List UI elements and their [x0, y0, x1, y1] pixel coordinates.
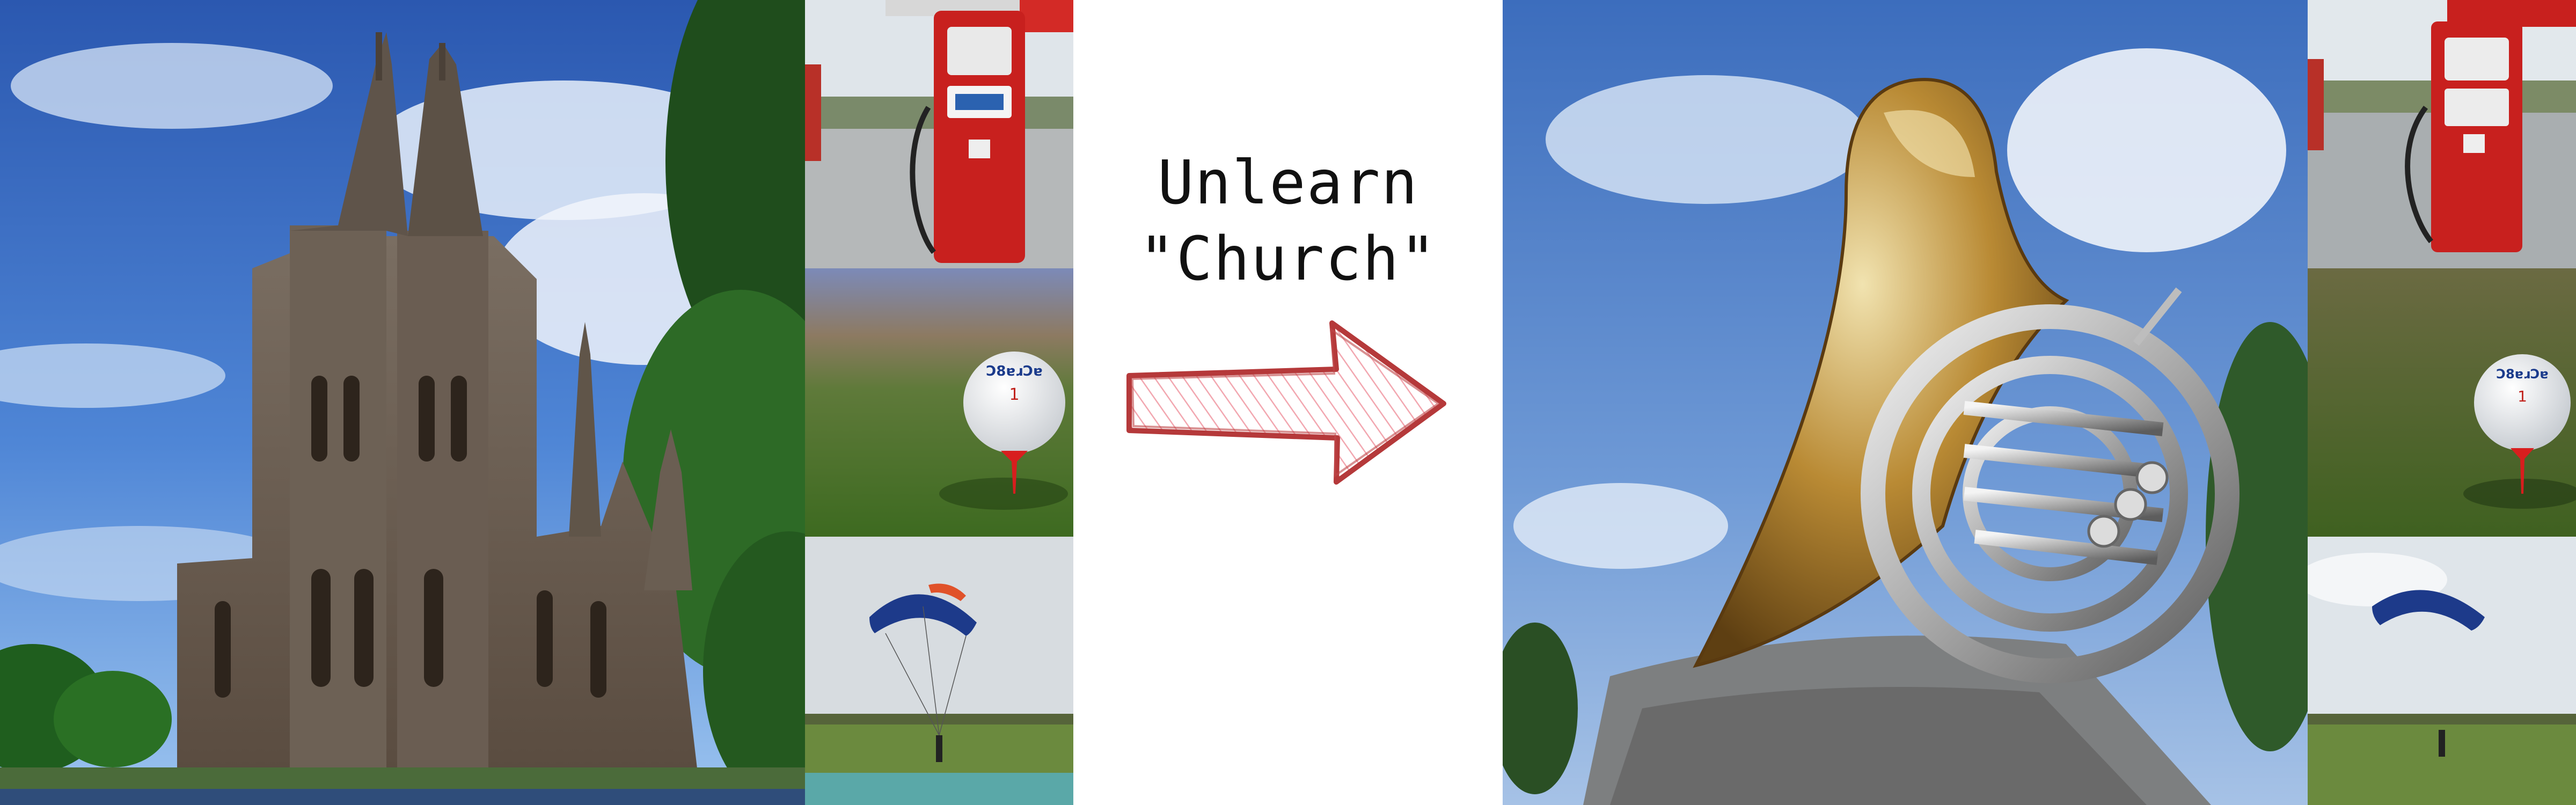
svg-text:1: 1: [2518, 387, 2527, 405]
right-arrow-icon: [1126, 320, 1446, 485]
golf-ball-print: Ɔ8ɐɹƆɐ: [2496, 367, 2548, 382]
golf-ball-image: Ɔ8ɐɹƆɐ 1: [2308, 268, 2576, 537]
parachute-image: [2308, 537, 2576, 805]
gas-pump-image: [805, 0, 1073, 268]
golf-ball-print: Ɔ8ɐɹƆɐ: [986, 363, 1042, 379]
comparison-figure: Ɔ8ɐɹƆɐ 1 Unlearn "Church" Ɔ8ɐɹƆɐ 1: [0, 0, 2576, 805]
svg-text:1: 1: [1009, 385, 1019, 404]
caption-area: Unlearn "Church": [1073, 0, 1503, 805]
caption-line-2: "Church": [1139, 224, 1437, 294]
golf-ball-image: Ɔ8ɐɹƆɐ 1: [805, 268, 1073, 537]
gas-pump-image: [2308, 0, 2576, 268]
church-image: [0, 0, 805, 805]
caption-line-1: Unlearn: [1157, 148, 1418, 218]
parachute-image: [805, 537, 1073, 805]
french-horn-image: [1503, 0, 2308, 805]
unlearn-caption: Unlearn "Church": [1073, 145, 1503, 297]
